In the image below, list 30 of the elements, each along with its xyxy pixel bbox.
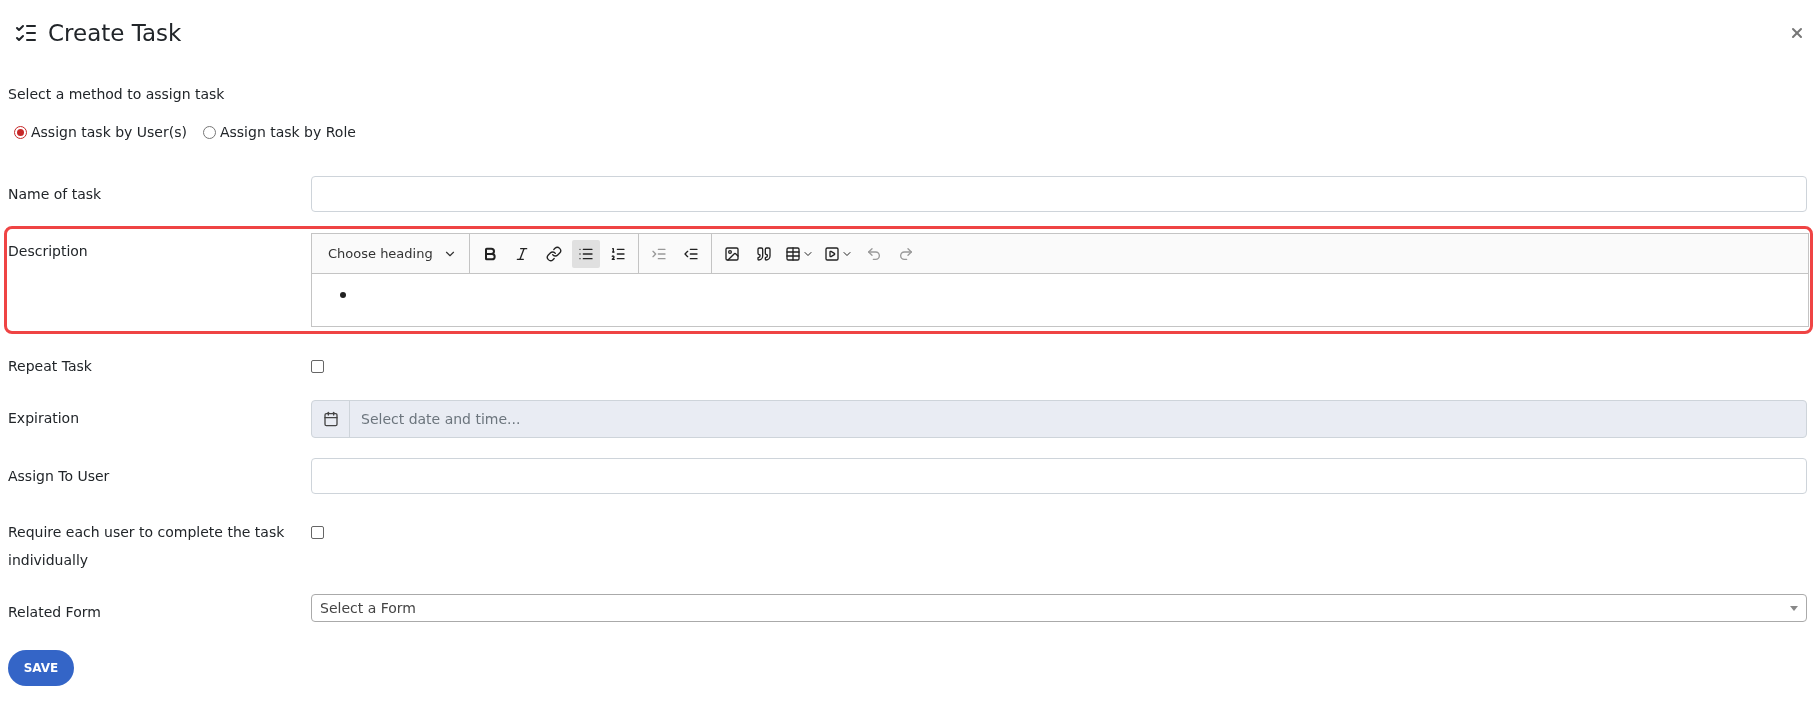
- redo-icon: [897, 245, 914, 262]
- date-time-field[interactable]: Select date and time...: [311, 400, 1807, 438]
- field-label: Description: [8, 242, 89, 261]
- checkbox[interactable]: [311, 360, 324, 373]
- field-label: Related Form: [8, 603, 102, 622]
- media-icon: [823, 245, 840, 262]
- method-prompt: Select a method to assign task: [8, 86, 226, 102]
- table-icon: [784, 245, 801, 262]
- checkbox[interactable]: [311, 526, 324, 539]
- toolbar-button[interactable]: [571, 239, 600, 268]
- quote-icon: [755, 245, 772, 262]
- numbered-list-icon: [609, 245, 626, 262]
- heading-dropdown[interactable]: Choose heading: [322, 238, 463, 269]
- field-label: Name of task: [8, 185, 103, 204]
- form-select[interactable]: Select a Form: [311, 594, 1807, 622]
- text-input-field[interactable]: [311, 458, 1807, 494]
- field-label: Require each user to complete the task individually: [8, 523, 286, 570]
- close-icon: [1789, 25, 1805, 41]
- calendar-icon: [322, 411, 339, 427]
- field-label: Repeat Task: [8, 357, 93, 376]
- save-button[interactable]: SAVE: [8, 650, 74, 686]
- link-icon: [545, 245, 562, 262]
- close-button[interactable]: [1789, 25, 1805, 41]
- image-icon: [723, 245, 740, 262]
- undo-icon: [865, 245, 882, 262]
- dropdown-caret-icon: [1790, 605, 1798, 611]
- dialog-title: Create Task: [48, 20, 182, 46]
- text-input-field[interactable]: [311, 176, 1807, 212]
- field-label: Assign To User: [8, 467, 111, 486]
- field-label: Expiration: [8, 409, 81, 428]
